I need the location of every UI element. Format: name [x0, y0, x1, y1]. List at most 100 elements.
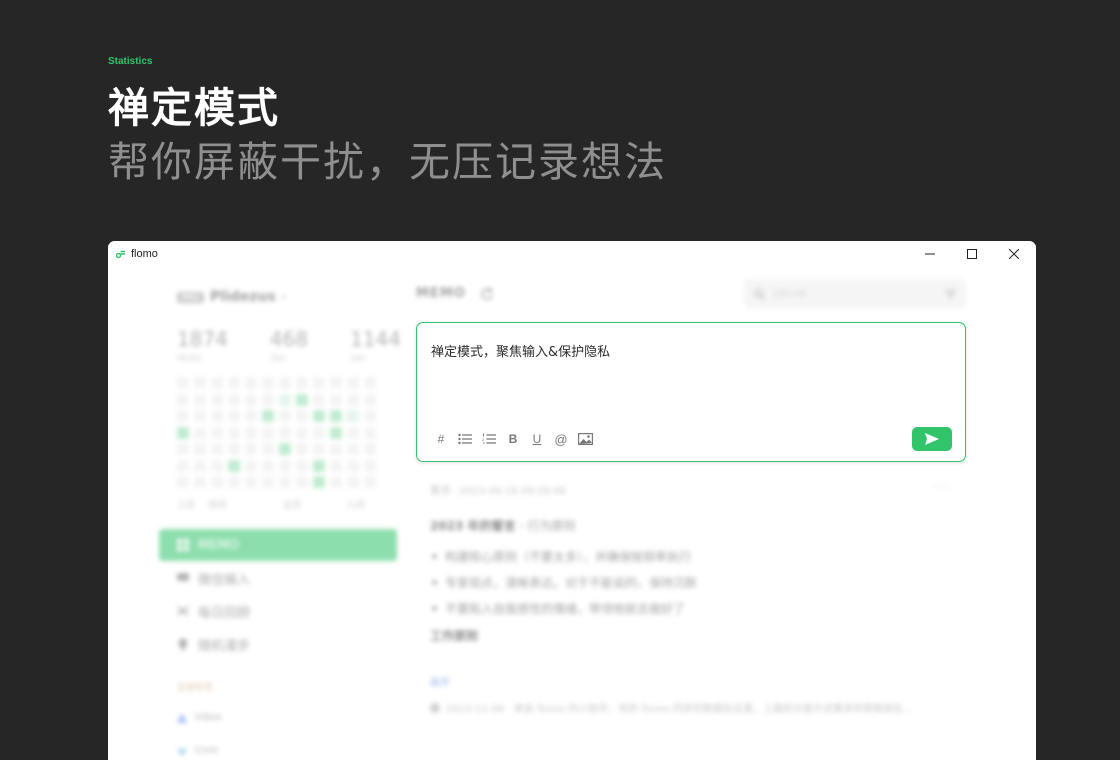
heatmap-cell [211, 426, 223, 439]
stat-value: 468 [269, 327, 309, 351]
hero-subtitle: 帮你屏蔽干扰，无压记录想法 [108, 138, 667, 186]
heatmap-cell [194, 443, 206, 455]
user-switcher[interactable]: PRO Plidezus ▾ [177, 289, 286, 305]
refresh-icon[interactable] [480, 287, 494, 301]
stat-value: 1144 [350, 327, 401, 351]
hashtag-icon[interactable]: # [433, 431, 449, 447]
info-icon [430, 702, 440, 713]
heatmap-cell [313, 426, 325, 439]
heatmap-cell [296, 476, 308, 488]
sidebar-item-random[interactable]: 随机漫步 [159, 628, 397, 660]
tag-icon [177, 712, 187, 723]
sidebar-tag-inbox[interactable]: inbox [177, 712, 222, 723]
heatmap-cell [177, 476, 189, 488]
heatmap-cell [330, 459, 342, 472]
chevron-down-icon: ▾ [281, 292, 286, 302]
heatmap-cell [228, 459, 240, 472]
heatmap-cell [177, 410, 189, 422]
send-icon [925, 433, 939, 445]
heatmap-cell [364, 377, 376, 389]
minimize-icon [925, 253, 935, 255]
heatmap-cell [313, 410, 325, 422]
heatmap-cell [313, 377, 325, 389]
page-title: MEMO [416, 286, 466, 301]
heatmap-cell [262, 393, 274, 406]
heatmap-cell [177, 393, 189, 406]
hero-tag: Statistics [108, 56, 153, 67]
heatmap-cell [330, 426, 342, 439]
memo-heading: 2023 年的誓言 - 行为原则 [430, 517, 966, 534]
stat-label: DAY [350, 354, 366, 363]
heatmap-cell [228, 410, 240, 422]
flomo-logo-icon [116, 250, 125, 259]
memo-editor[interactable]: 禅定模式，聚焦输入&保护隐私 # 2 B U @ [416, 322, 966, 462]
heatmap-cell [313, 393, 325, 406]
close-button[interactable] [992, 241, 1036, 267]
heatmap-cell [194, 459, 206, 472]
heatmap-cell [228, 377, 240, 389]
bulb-icon [178, 638, 188, 650]
stat-label: MEMO [177, 354, 203, 363]
heatmap-month: 六月 [347, 501, 366, 511]
heatmap-cell [347, 393, 359, 406]
heatmap-cell [194, 377, 206, 389]
heatmap-cell [279, 459, 291, 472]
memo-meta: 置顶 · 2023-06-18 09:26:48 [430, 486, 566, 497]
svg-text:2: 2 [482, 437, 485, 442]
sidebar-item-review[interactable]: 每日回顾 [159, 595, 397, 627]
sidebar-tag-core[interactable]: Core [177, 745, 218, 756]
heatmap-cell [211, 377, 223, 389]
search-input[interactable]: Ctrl+K [744, 279, 966, 309]
maximize-button[interactable] [950, 241, 994, 267]
memo-heading-suffix: - 行为原则 [515, 519, 576, 533]
list-item: 专家视点，清晰表达。对于不能说的，保持沉默 [432, 574, 966, 591]
username: Plidezus [209, 289, 276, 305]
close-icon [1009, 249, 1019, 259]
heatmap-cell [211, 393, 223, 406]
editor-text[interactable]: 禅定模式，聚焦输入&保护隐私 [431, 341, 610, 360]
sidebar-item-wechat[interactable]: 微信输入 [159, 562, 397, 594]
heatmap-cell [211, 410, 223, 422]
image-icon[interactable] [577, 431, 593, 447]
hero-title: 禅定模式 [108, 84, 280, 132]
expand-link[interactable]: 展开 [430, 674, 966, 689]
send-button[interactable] [912, 427, 952, 451]
window-title: flomo [131, 248, 158, 260]
heatmap-cell [313, 459, 325, 472]
heatmap-cell [211, 459, 223, 472]
underline-icon[interactable]: U [529, 431, 545, 447]
sidebar-item-memo[interactable]: MEMO [159, 529, 397, 561]
heatmap-cell [330, 377, 342, 389]
heatmap-cell [262, 476, 274, 488]
more-icon[interactable]: ··· [934, 479, 950, 495]
heatmap-cell [262, 377, 274, 389]
bullet-list-icon[interactable] [457, 431, 473, 447]
heatmap-cell [194, 393, 206, 406]
heatmap-cell [194, 476, 206, 488]
filter-icon[interactable] [945, 289, 956, 300]
heatmap-cell [177, 459, 189, 472]
stat-tag: 468 TAG [270, 327, 308, 363]
heatmap-cell [296, 410, 308, 422]
numbered-list-icon[interactable]: 2 [481, 431, 497, 447]
heatmap-cell [347, 443, 359, 455]
title-bar: flomo [108, 241, 1036, 267]
heatmap-cell [364, 426, 376, 439]
heatmap-cell [313, 476, 325, 488]
heatmap-cell [364, 443, 376, 455]
heatmap-cell [194, 410, 206, 422]
heatmap-month: 五月 [283, 501, 302, 511]
heatmap-cell [347, 410, 359, 422]
chat-icon [177, 573, 189, 581]
memo-heading-text: 2023 年的誓言 [430, 519, 516, 533]
minimize-button[interactable] [908, 241, 952, 267]
mention-icon[interactable]: @ [553, 431, 569, 447]
heatmap-cell [330, 393, 342, 406]
bold-icon[interactable]: B [505, 431, 521, 447]
heatmap-cell [296, 393, 308, 406]
stat-day: 1144 DAY [350, 327, 401, 363]
pro-badge: PRO [177, 291, 204, 303]
tag-icon [177, 748, 187, 756]
heatmap-cell [347, 377, 359, 389]
grid-icon [177, 539, 189, 551]
